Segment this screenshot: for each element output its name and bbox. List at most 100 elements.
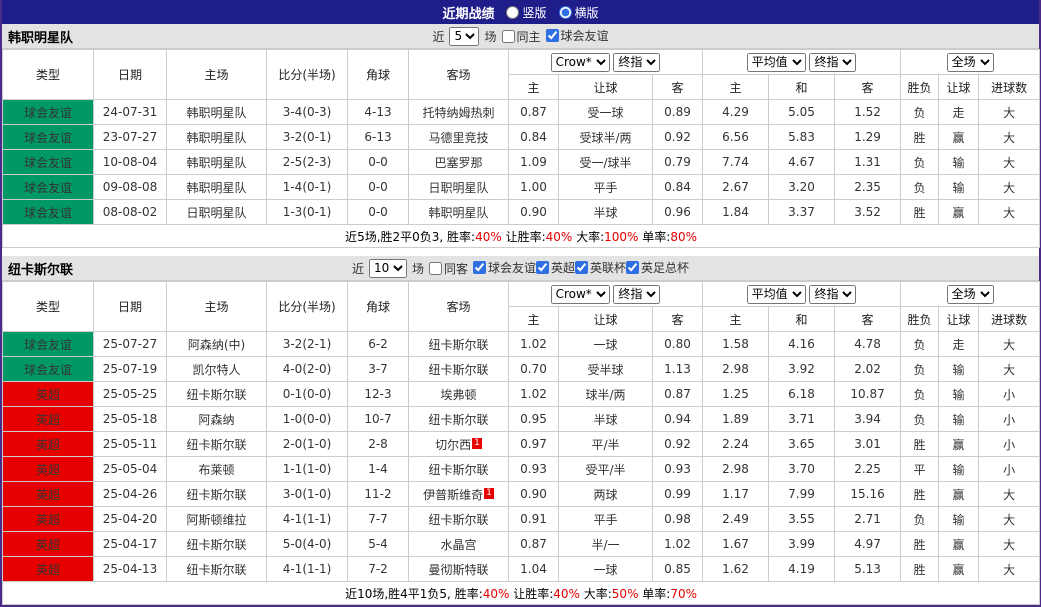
away-odds: 0.87 [653,382,703,407]
competition-checkbox[interactable] [536,261,549,274]
avg-home-odds: 2.98 [703,457,769,482]
competition-checkbox[interactable] [626,261,639,274]
layout-vertical-option[interactable]: 竖版 [506,4,546,21]
home-team-link[interactable]: 凯尔特人 [167,357,267,382]
odds-company-select[interactable]: Crow* [551,53,610,72]
home-team-link[interactable]: 韩职明星队 [167,175,267,200]
avg-away-odds: 10.87 [835,382,901,407]
home-team-link[interactable]: 阿森纳(中) [167,332,267,357]
col-avg-away: 客 [835,75,901,100]
same-venue-checkbox[interactable] [502,30,515,43]
away-team-link[interactable]: 曼彻斯特联 [409,557,509,582]
result-wdl: 负 [901,100,939,125]
competition-checkbox[interactable] [575,261,588,274]
recent-label: 近 [352,260,364,277]
result-goals: 小 [979,432,1040,457]
col-home: 主场 [167,50,267,100]
horizontal-layout-radio[interactable] [559,6,572,19]
home-team-link[interactable]: 韩职明星队 [167,150,267,175]
match-score: 2-0(1-0) [267,432,348,457]
home-odds: 0.90 [509,482,559,507]
away-team-link[interactable]: 日职明星队 [409,175,509,200]
same-venue-option[interactable]: 同主 [502,28,541,45]
odds-time-select[interactable]: 终指 [613,285,660,304]
avg-away-odds: 2.71 [835,507,901,532]
home-team-link[interactable]: 韩职明星队 [167,125,267,150]
away-team-link[interactable]: 韩职明星队 [409,200,509,225]
summary-stat-label: 单率: [638,587,670,601]
page-title: 近期战绩 [442,3,494,22]
away-team-link[interactable]: 纽卡斯尔联 [409,357,509,382]
vertical-layout-radio[interactable] [506,6,519,19]
home-team-link[interactable]: 阿斯顿维拉 [167,507,267,532]
recent-count-select[interactable]: 5 [449,27,479,46]
avg-time-select[interactable]: 终指 [809,285,856,304]
same-venue-checkbox[interactable] [429,262,442,275]
result-wdl: 负 [901,357,939,382]
handicap-line: 平/半 [559,432,653,457]
away-team-link[interactable]: 切尔西1 [409,432,509,457]
result-goals: 大 [979,357,1040,382]
home-odds: 0.70 [509,357,559,382]
avg-draw-odds: 3.99 [769,532,835,557]
avg-draw-odds: 3.55 [769,507,835,532]
away-team-link[interactable]: 伊普斯维奇1 [409,482,509,507]
away-team-link[interactable]: 托特纳姆热刺 [409,100,509,125]
col-type: 类型 [3,282,94,332]
odds-time-select[interactable]: 终指 [613,53,660,72]
home-team-link[interactable]: 纽卡斯尔联 [167,557,267,582]
same-venue-label: 同主 [517,28,541,45]
match-row: 英超25-04-17纽卡斯尔联5-0(4-0)5-4水晶宫0.87半/一1.02… [3,532,1040,557]
col-asian: 让球 [939,307,979,332]
summary-stat-value: 40% [553,587,580,601]
away-team-link[interactable]: 纽卡斯尔联 [409,332,509,357]
col-away: 客场 [409,282,509,332]
away-team-link[interactable]: 纽卡斯尔联 [409,407,509,432]
horizontal-layout-label: 横版 [575,4,599,21]
away-team-link[interactable]: 巴塞罗那 [409,150,509,175]
competition-option[interactable]: 球会友谊 [546,27,609,44]
competition-option[interactable]: 球会友谊 [473,259,536,276]
match-date: 25-04-20 [94,507,167,532]
away-team-link[interactable]: 水晶宫 [409,532,509,557]
col-corner: 角球 [348,282,409,332]
avg-select[interactable]: 平均值 [747,53,806,72]
avg-select[interactable]: 平均值 [747,285,806,304]
match-type-badge: 球会友谊 [3,357,94,382]
competition-label: 英联杯 [590,259,626,276]
home-team-link[interactable]: 纽卡斯尔联 [167,532,267,557]
competition-option[interactable]: 英联杯 [575,259,626,276]
competition-label: 英超 [551,259,575,276]
recent-count-select[interactable]: 10 [369,259,407,278]
home-team-link[interactable]: 布莱顿 [167,457,267,482]
same-venue-option[interactable]: 同客 [429,260,468,277]
result-goals: 大 [979,332,1040,357]
result-goals: 大 [979,532,1040,557]
home-odds: 0.87 [509,532,559,557]
scope-select[interactable]: 全场 [947,285,994,304]
odds-company-select[interactable]: Crow* [551,285,610,304]
result-handicap: 赢 [939,532,979,557]
home-team-link[interactable]: 纽卡斯尔联 [167,432,267,457]
competition-option[interactable]: 英足总杯 [626,259,689,276]
competition-option[interactable]: 英超 [536,259,575,276]
away-team-link[interactable]: 马德里竞技 [409,125,509,150]
away-team-link[interactable]: 纽卡斯尔联 [409,457,509,482]
avg-time-select[interactable]: 终指 [809,53,856,72]
result-handicap: 赢 [939,200,979,225]
avg-home-odds: 1.62 [703,557,769,582]
home-team-link[interactable]: 纽卡斯尔联 [167,382,267,407]
home-team-link[interactable]: 阿森纳 [167,407,267,432]
away-team-link[interactable]: 纽卡斯尔联 [409,507,509,532]
away-team-link[interactable]: 埃弗顿 [409,382,509,407]
competition-checkbox[interactable] [473,261,486,274]
home-team-link[interactable]: 纽卡斯尔联 [167,482,267,507]
home-team-link[interactable]: 韩职明星队 [167,100,267,125]
match-type-badge: 球会友谊 [3,332,94,357]
away-odds: 0.89 [653,100,703,125]
scope-select[interactable]: 全场 [947,53,994,72]
home-team-link[interactable]: 日职明星队 [167,200,267,225]
layout-horizontal-option[interactable]: 横版 [559,4,599,21]
col-date: 日期 [94,50,167,100]
competition-checkbox[interactable] [546,29,559,42]
